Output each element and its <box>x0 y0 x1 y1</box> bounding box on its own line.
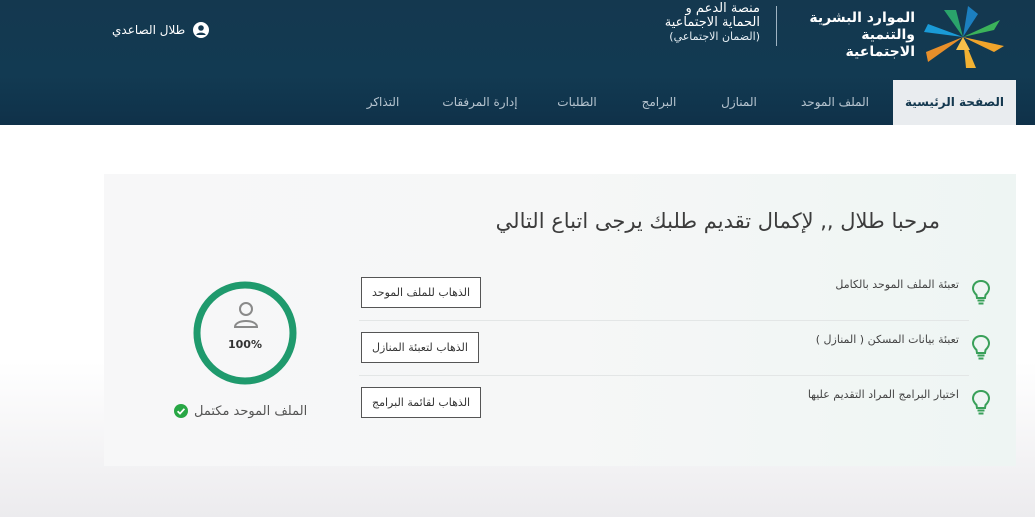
nav-item-programs[interactable]: البرامج <box>626 80 692 125</box>
progress-percentage: 100% <box>228 338 262 351</box>
steps-list: تعبئة الملف الموحد بالكامل الذهاب للملف … <box>359 266 991 431</box>
person-icon <box>233 302 259 328</box>
profile-complete-text: الملف الموحد مكتمل <box>194 403 308 419</box>
nav-item-tickets[interactable]: التذاكر <box>350 80 416 125</box>
go-to-programs-list-button[interactable]: الذهاب لقائمة البرامج <box>361 387 482 418</box>
profile-progress-ring <box>193 281 297 385</box>
go-to-homes-button[interactable]: الذهاب لتعبئة المنازل <box>361 332 479 363</box>
header-divider <box>776 6 777 46</box>
step-text: اختيار البرامج المراد التقديم عليها <box>807 388 959 401</box>
nav-item-requests[interactable]: الطلبات <box>544 80 610 125</box>
welcome-heading: مرحبا طلال ,, لإكمال تقديم طلبك يرجى اتب… <box>495 209 940 233</box>
platform-line3: (الضمان الاجتماعي) <box>669 30 760 43</box>
lightbulb-icon <box>971 334 991 360</box>
step-row: اختيار البرامج المراد التقديم عليها الذه… <box>359 376 991 431</box>
step-row: تعبئة الملف الموحد بالكامل الذهاب للملف … <box>359 266 991 321</box>
nav-item-unified-file[interactable]: الملف الموحد <box>790 80 880 125</box>
platform-line2: الحماية الاجتماعية <box>664 15 760 30</box>
user-name: طلال الصاعدي <box>112 23 186 37</box>
check-circle-icon <box>174 404 188 418</box>
ministry-name-line1: الموارد البشرية <box>809 10 915 26</box>
ministry-name: الموارد البشرية والتنمية الاجتماعية <box>790 10 915 61</box>
ministry-name-line2: والتنمية الاجتماعية <box>845 27 915 60</box>
step-row: تعبئة بيانات المسكن ( المنازل ) الذهاب ل… <box>359 321 991 376</box>
platform-name: منصة الدعم و الحماية الاجتماعية (الضمان … <box>610 2 760 44</box>
lightbulb-icon <box>971 279 991 305</box>
step-text: تعبئة الملف الموحد بالكامل <box>835 278 959 291</box>
user-account-icon <box>193 22 210 38</box>
nav-item-home[interactable]: الصفحة الرئيسية <box>893 80 1016 125</box>
top-header: الموارد البشرية والتنمية الاجتماعية منصة… <box>0 0 1035 125</box>
nav-item-attachments[interactable]: إدارة المرفقات <box>430 80 530 125</box>
profile-complete-status: الملف الموحد مكتمل <box>174 401 307 421</box>
lightbulb-icon <box>971 389 991 415</box>
step-text: تعبئة بيانات المسكن ( المنازل ) <box>815 333 959 346</box>
nav-item-homes[interactable]: المنازل <box>706 80 772 125</box>
platform-line1: منصة الدعم و <box>685 1 760 16</box>
user-menu[interactable]: طلال الصاعدي <box>112 20 210 40</box>
main-nav: الصفحة الرئيسية الملف الموحد المنازل الب… <box>0 80 1035 125</box>
welcome-card: مرحبا طلال ,, لإكمال تقديم طلبك يرجى اتب… <box>104 174 1016 466</box>
go-to-unified-file-button[interactable]: الذهاب للملف الموحد <box>361 277 482 308</box>
ministry-logo-icon[interactable] <box>922 6 1004 68</box>
